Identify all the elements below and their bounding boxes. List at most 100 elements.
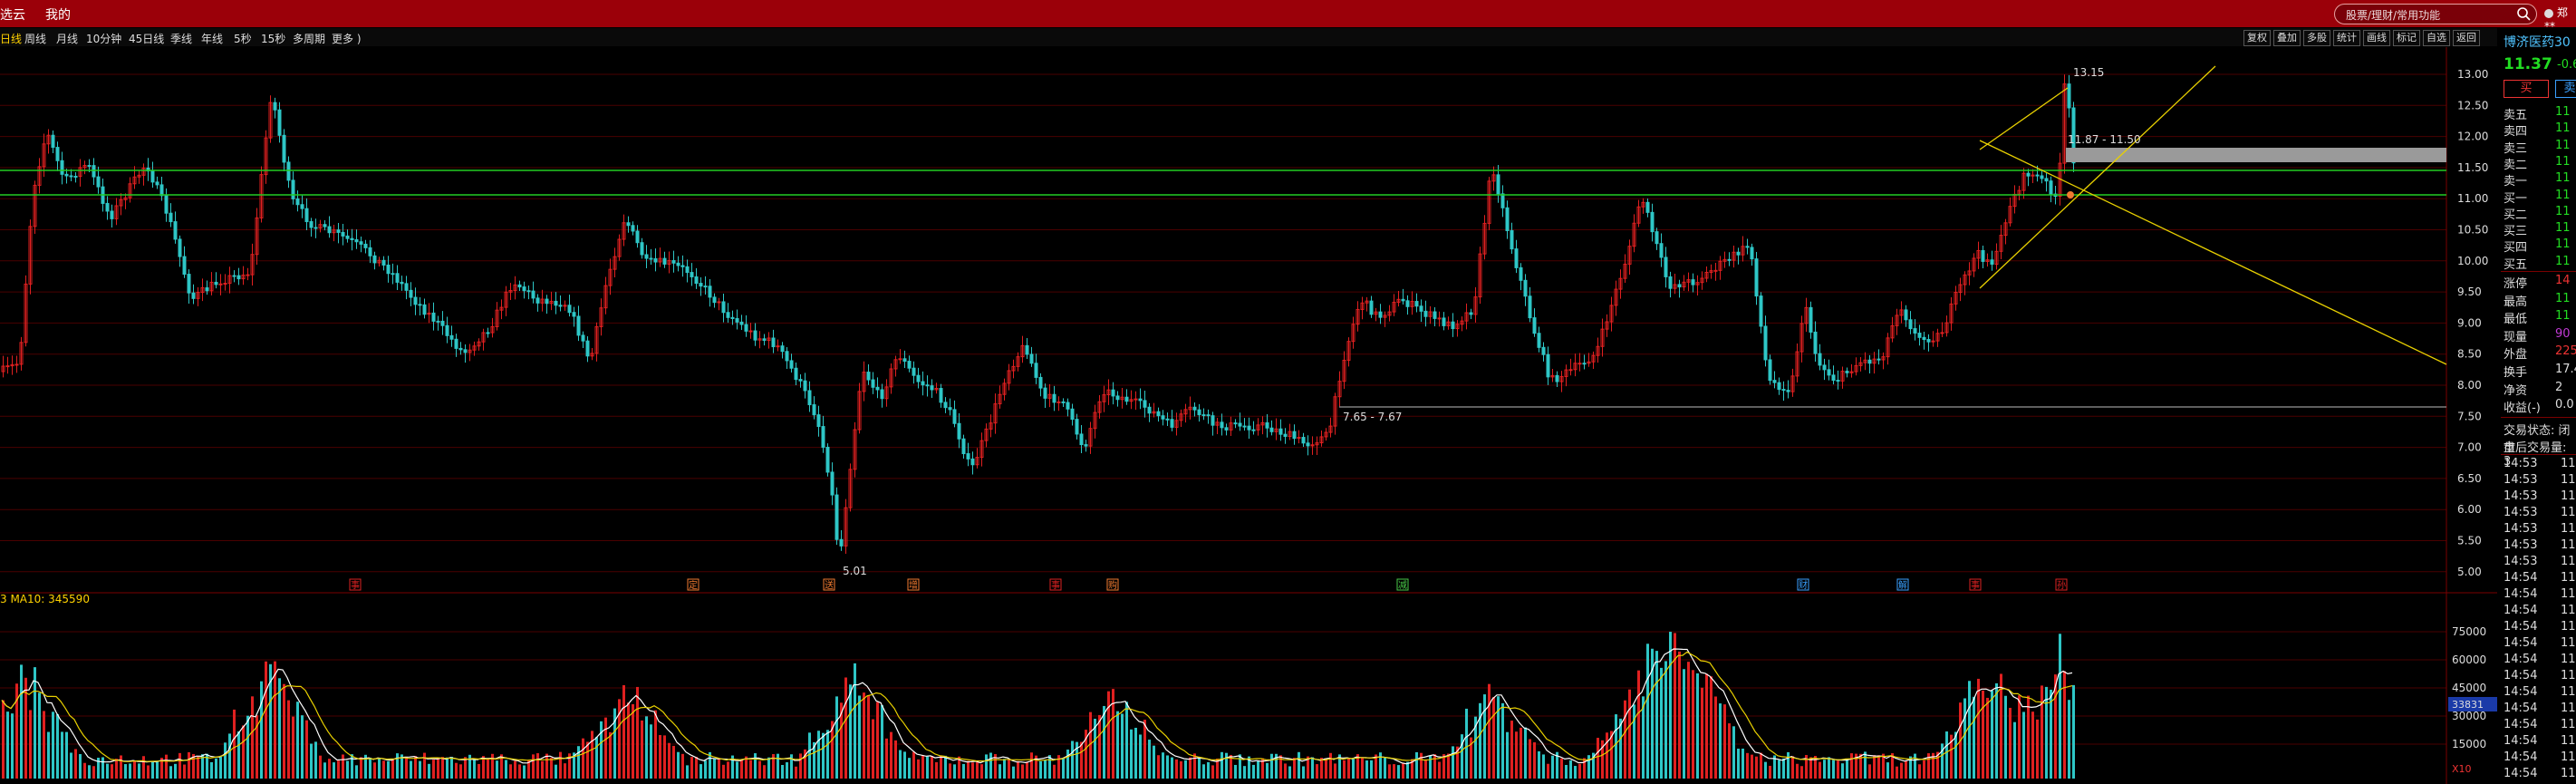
volume-bar xyxy=(1637,670,1640,779)
candle-body xyxy=(1115,395,1120,401)
user-menu[interactable]: 郑** xyxy=(2544,5,2576,33)
candle-body xyxy=(730,316,735,319)
candle-body xyxy=(2035,174,2040,177)
period-week[interactable]: 周线 xyxy=(24,31,46,46)
candle-body xyxy=(1442,317,1446,326)
volume-bar xyxy=(781,765,784,779)
candle-body xyxy=(644,254,649,259)
volume-bar xyxy=(1782,758,1785,779)
tool-mark[interactable]: 标记 xyxy=(2393,30,2420,46)
trend-line-down[interactable] xyxy=(1979,140,2447,365)
period-quarter[interactable]: 季线 xyxy=(170,31,192,46)
period-month[interactable]: 月线 xyxy=(56,31,78,46)
period-multi[interactable]: 多周期 xyxy=(293,31,325,46)
order-book-row-value: 11 xyxy=(2555,204,2571,218)
volume-bar xyxy=(1982,690,1984,779)
candle-body xyxy=(1822,364,1827,371)
tool-overlay[interactable]: 叠加 xyxy=(2273,30,2301,46)
tick-price: 11 xyxy=(2561,587,2576,601)
volume-bar xyxy=(1311,757,1314,779)
event-marker-label: 孙 xyxy=(2057,579,2066,591)
volume-bar xyxy=(903,751,906,779)
volume-bar xyxy=(1030,752,1033,779)
volume-bar xyxy=(1615,714,1617,779)
event-marker-label: 购 xyxy=(1108,579,1117,591)
candle-body xyxy=(1505,207,1510,232)
period-day[interactable]: 日线 xyxy=(0,31,22,46)
volume-bar xyxy=(1628,689,1631,779)
trend-channel-upper[interactable] xyxy=(1979,87,2069,150)
tool-watchlist[interactable]: 自选 xyxy=(2423,30,2450,46)
volume-bar xyxy=(908,758,911,779)
candle-body xyxy=(690,272,694,277)
price-tick-label: 11.50 xyxy=(2457,161,2488,174)
candle-body xyxy=(812,404,816,416)
period-45day[interactable]: 45日线 xyxy=(129,31,164,46)
candle-body xyxy=(2049,180,2053,195)
candle-body xyxy=(798,379,803,382)
volume-bar xyxy=(215,758,217,779)
stat-row-value: 90 xyxy=(2555,326,2571,341)
volume-bar xyxy=(1551,755,1554,779)
period-year[interactable]: 年线 xyxy=(201,31,223,46)
tick-price: 11 xyxy=(2561,457,2576,470)
candle-body xyxy=(372,255,377,264)
tool-back[interactable]: 返回 xyxy=(2453,30,2480,46)
volume-bar xyxy=(1524,727,1527,779)
volume-bar xyxy=(1692,670,1694,779)
search-icon[interactable] xyxy=(2516,6,2531,21)
period-more[interactable]: 更多 ) xyxy=(332,31,362,46)
candle-body xyxy=(526,290,531,293)
tool-draw[interactable]: 画线 xyxy=(2363,30,2390,46)
price-zone-box[interactable] xyxy=(2066,148,2446,162)
period-5sec[interactable]: 5秒 xyxy=(234,31,252,46)
candle-body xyxy=(1224,427,1229,431)
tool-stats[interactable]: 统计 xyxy=(2333,30,2360,46)
tick-time: 14:54 xyxy=(2504,767,2538,780)
event-marker-label: 增 xyxy=(909,579,918,591)
volume-bar xyxy=(1737,749,1740,779)
stock-name[interactable]: 博济医药30 xyxy=(2504,33,2571,51)
candle-body xyxy=(60,160,64,175)
volume-bar xyxy=(1755,756,1758,779)
volume-bar xyxy=(1293,758,1296,779)
candle-body xyxy=(1940,332,1944,334)
volume-bar xyxy=(763,765,766,779)
candle-body xyxy=(2044,178,2049,182)
candle-body xyxy=(458,347,463,351)
candle-body xyxy=(762,338,767,342)
menu-item-mine[interactable]: 我的 xyxy=(45,5,71,24)
volume-bar xyxy=(749,760,752,779)
period-10min[interactable]: 10分钟 xyxy=(86,31,121,46)
candle-body xyxy=(912,367,916,376)
volume-bar xyxy=(509,764,512,779)
candle-body xyxy=(816,414,821,428)
event-marker-label: 解 xyxy=(1898,579,1907,591)
candle-body xyxy=(273,102,277,111)
buy-button[interactable]: 买 xyxy=(2504,80,2549,98)
order-book-row-value: 11 xyxy=(2555,105,2571,119)
candle-body xyxy=(1981,249,1985,262)
volume-bar xyxy=(1125,702,1128,779)
menu-item-xuanyun[interactable]: 选云 xyxy=(0,5,25,24)
trend-channel-lower[interactable] xyxy=(1979,65,2216,289)
volume-bar xyxy=(1198,757,1201,779)
tool-restore-rights[interactable]: 复权 xyxy=(2243,30,2271,46)
sell-button[interactable]: 卖 xyxy=(2555,80,2576,98)
volume-bar xyxy=(1211,765,1214,779)
volume-bar xyxy=(52,711,54,779)
volume-bar xyxy=(949,763,951,779)
kline-chart[interactable]: 13.00 12.50 12.00 11.50 11.00 10.50 10.00 9.50 9… xyxy=(0,47,2497,784)
candle-body xyxy=(96,176,101,188)
volume-bar xyxy=(2009,707,2012,779)
period-15sec[interactable]: 15秒 xyxy=(261,31,285,46)
candle-body xyxy=(55,147,60,161)
volume-bar xyxy=(718,759,720,779)
search-box[interactable]: 股票/理财/常用功能 xyxy=(2334,4,2537,24)
candle-body xyxy=(1877,358,1881,361)
candle-body xyxy=(291,179,295,199)
tool-multi-stock[interactable]: 多股 xyxy=(2303,30,2330,46)
tick-price: 11 xyxy=(2561,522,2576,536)
candle-body xyxy=(1532,317,1537,334)
volume-bar xyxy=(1538,750,1540,779)
